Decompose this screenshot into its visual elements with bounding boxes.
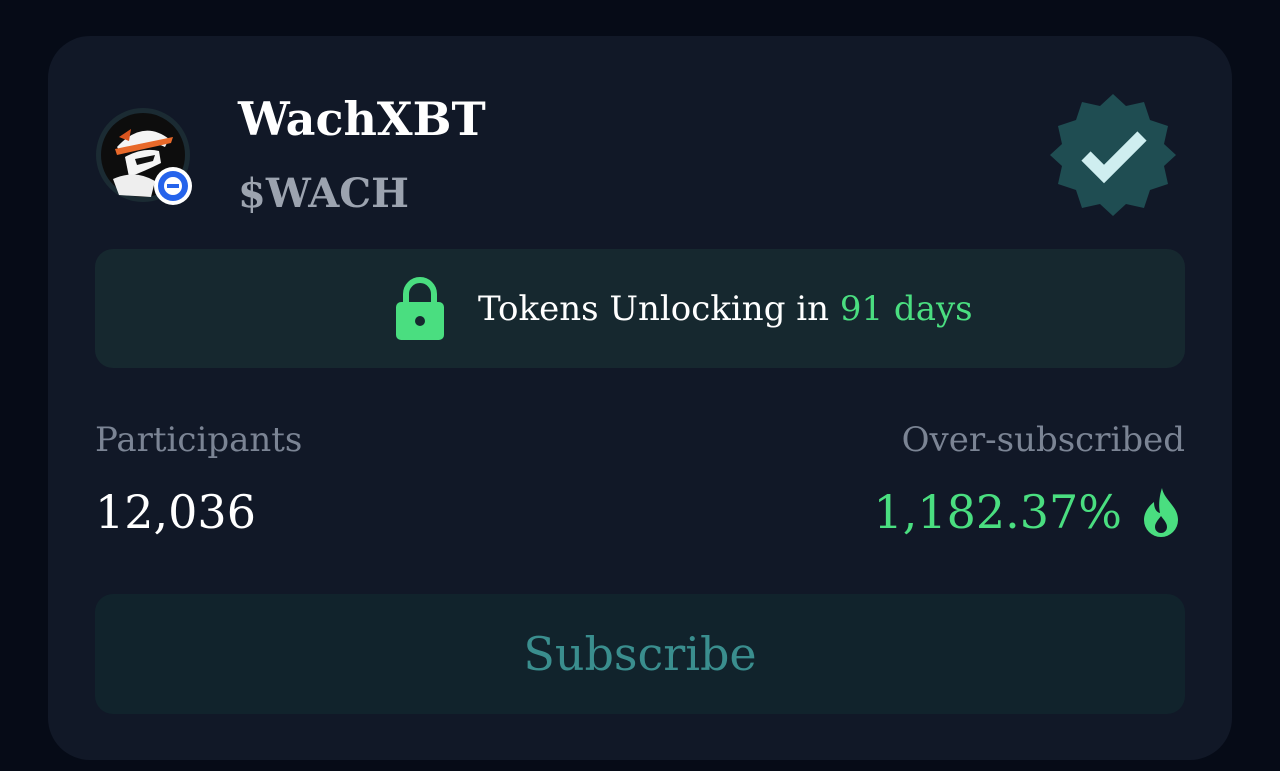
- unlock-days: 91 days: [839, 289, 973, 329]
- participants-value: 12,036: [95, 485, 256, 539]
- verified-badge-icon: [1050, 94, 1176, 216]
- oversubscribed-label: Over-subscribed: [901, 420, 1185, 460]
- participants-label: Participants: [95, 420, 303, 460]
- oversubscribed-value: 1,182.37%: [873, 485, 1122, 539]
- unlock-label: Tokens Unlocking in: [478, 289, 830, 329]
- project-name: WachXBT: [238, 92, 486, 146]
- flame-icon: [1144, 488, 1178, 537]
- minus-circle-icon: [154, 167, 192, 205]
- lock-icon: [396, 277, 444, 340]
- project-ticker: $WACH: [238, 170, 409, 217]
- subscribe-button[interactable]: Subscribe: [95, 594, 1185, 714]
- unlock-countdown: Tokens Unlocking in 91 days: [478, 286, 973, 332]
